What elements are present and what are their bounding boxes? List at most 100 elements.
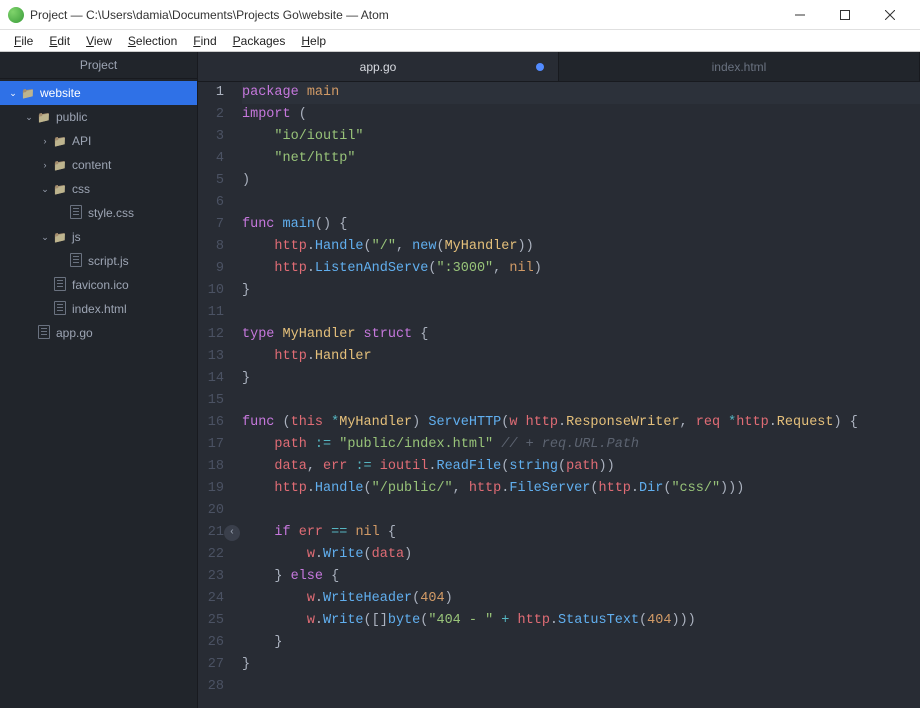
folder-API[interactable]: › API [0, 129, 197, 153]
line-number[interactable]: 16 [198, 412, 224, 434]
line-number[interactable]: 5 [198, 170, 224, 192]
code-line[interactable]: http.Handle("/public/", http.FileServer(… [242, 478, 920, 500]
code-line[interactable] [242, 192, 920, 214]
workspace: Project ⌄website⌄public › API ›content ⌄ css s… [0, 52, 920, 708]
code-line[interactable] [242, 676, 920, 698]
code-line[interactable]: http.Handle("/", new(MyHandler)) [242, 236, 920, 258]
code-line[interactable]: ) [242, 170, 920, 192]
line-number[interactable]: 8 [198, 236, 224, 258]
line-number-gutter[interactable]: 1234567891011121314151617181920212223242… [198, 82, 234, 708]
folder-js[interactable]: ⌄js [0, 225, 197, 249]
line-number[interactable]: 14 [198, 368, 224, 390]
close-button[interactable] [867, 1, 912, 29]
line-number[interactable]: 19 [198, 478, 224, 500]
code-line[interactable]: } [242, 654, 920, 676]
line-number[interactable]: 3 [198, 126, 224, 148]
chevron-icon[interactable]: › [38, 136, 52, 146]
line-number[interactable]: 17 [198, 434, 224, 456]
line-number[interactable]: 11 [198, 302, 224, 324]
tree-item-label: API [72, 134, 91, 148]
tree-item-label: index.html [72, 302, 127, 316]
tab-app-go[interactable]: app.go [198, 52, 559, 81]
line-number[interactable]: 24 [198, 588, 224, 610]
line-number[interactable]: 21 [198, 522, 224, 544]
code-line[interactable]: import ( [242, 104, 920, 126]
editor-area: app.goindex.html 12345678910111213141516… [198, 52, 920, 708]
line-number[interactable]: 10 [198, 280, 224, 302]
code-line[interactable]: } [242, 280, 920, 302]
line-number[interactable]: 23 [198, 566, 224, 588]
code-line[interactable]: type MyHandler struct { [242, 324, 920, 346]
line-number[interactable]: 26 [198, 632, 224, 654]
code-line[interactable]: package main [242, 82, 920, 104]
code-line[interactable]: } [242, 632, 920, 654]
menu-selection[interactable]: Selection [120, 32, 185, 50]
chevron-icon[interactable]: ⌄ [22, 112, 36, 123]
tree-item-label: script.js [88, 254, 129, 268]
code-line[interactable]: } else { [242, 566, 920, 588]
folder-public[interactable]: ⌄public [0, 105, 197, 129]
file-app-go[interactable]: app.go [0, 321, 197, 345]
code-line[interactable]: data, err := ioutil.ReadFile(string(path… [242, 456, 920, 478]
code-line[interactable]: w.Write([]byte("404 - " + http.StatusTex… [242, 610, 920, 632]
folder-icon [52, 182, 68, 196]
code-line[interactable]: if err == nil {‹ [242, 522, 920, 544]
folder-css[interactable]: ⌄ css [0, 177, 197, 201]
line-number[interactable]: 9 [198, 258, 224, 280]
line-number[interactable]: 15 [198, 390, 224, 412]
file-tree[interactable]: ⌄website⌄public › API ›content ⌄ css style.css… [0, 79, 197, 708]
tab-label: app.go [360, 60, 397, 74]
maximize-button[interactable] [822, 1, 867, 29]
line-number[interactable]: 4 [198, 148, 224, 170]
code-line[interactable]: w.WriteHeader(404) [242, 588, 920, 610]
tab-index-html[interactable]: index.html [559, 52, 920, 81]
menu-view[interactable]: View [78, 32, 120, 50]
line-number[interactable]: 18 [198, 456, 224, 478]
menu-packages[interactable]: Packages [225, 32, 294, 50]
line-number[interactable]: 28 [198, 676, 224, 698]
code-line[interactable] [242, 302, 920, 324]
sidebar-header: Project [0, 52, 197, 79]
line-number[interactable]: 22 [198, 544, 224, 566]
menu-help[interactable]: Help [293, 32, 334, 50]
menu-find[interactable]: Find [185, 32, 224, 50]
code-line[interactable]: "net/http" [242, 148, 920, 170]
file-favicon-ico[interactable]: favicon.ico [0, 273, 197, 297]
code-line[interactable]: } [242, 368, 920, 390]
code-line[interactable] [242, 500, 920, 522]
line-number[interactable]: 7 [198, 214, 224, 236]
menu-edit[interactable]: Edit [41, 32, 78, 50]
tree-item-label: css [72, 182, 90, 196]
code-line[interactable]: path := "public/index.html" // + req.URL… [242, 434, 920, 456]
titlebar: Project — C:\Users\damia\Documents\Proje… [0, 0, 920, 30]
line-number[interactable]: 2 [198, 104, 224, 126]
line-number[interactable]: 13 [198, 346, 224, 368]
line-number[interactable]: 25 [198, 610, 224, 632]
code-line[interactable]: func (this *MyHandler) ServeHTTP(w http.… [242, 412, 920, 434]
menu-file[interactable]: File [6, 32, 41, 50]
line-number[interactable]: 1 [198, 82, 224, 104]
chevron-icon[interactable]: ⌄ [6, 88, 20, 99]
code-editor[interactable]: package mainimport ( "io/ioutil" "net/ht… [234, 82, 920, 708]
folder-website[interactable]: ⌄website [0, 81, 197, 105]
file-style-css[interactable]: style.css [0, 201, 197, 225]
minimize-button[interactable] [777, 1, 822, 29]
code-line[interactable]: func main() { [242, 214, 920, 236]
code-line[interactable]: http.Handler [242, 346, 920, 368]
code-line[interactable] [242, 390, 920, 412]
fold-handle-icon[interactable]: ‹ [224, 525, 240, 541]
menubar: FileEditViewSelectionFindPackagesHelp [0, 30, 920, 52]
line-number[interactable]: 6 [198, 192, 224, 214]
line-number[interactable]: 12 [198, 324, 224, 346]
chevron-icon[interactable]: ⌄ [38, 232, 52, 243]
file-script-js[interactable]: script.js [0, 249, 197, 273]
chevron-icon[interactable]: ⌄ [38, 184, 52, 195]
code-line[interactable]: "io/ioutil" [242, 126, 920, 148]
code-line[interactable]: http.ListenAndServe(":3000", nil) [242, 258, 920, 280]
line-number[interactable]: 20 [198, 500, 224, 522]
file-index-html[interactable]: index.html [0, 297, 197, 321]
folder-content[interactable]: ›content [0, 153, 197, 177]
code-line[interactable]: w.Write(data) [242, 544, 920, 566]
chevron-icon[interactable]: › [38, 160, 52, 170]
line-number[interactable]: 27 [198, 654, 224, 676]
